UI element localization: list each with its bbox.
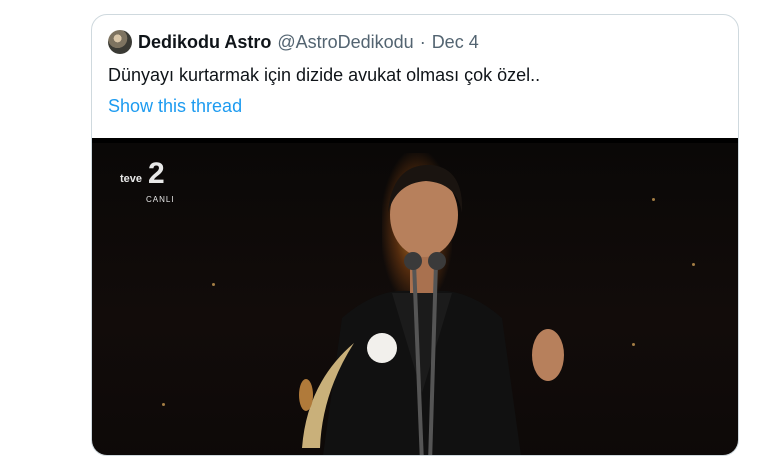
trophy-figure [299,379,313,411]
mic-head-left [404,252,422,270]
background-sparkle [652,198,655,201]
separator-dot: · [419,31,426,52]
background-sparkle [692,263,695,266]
background-sparkle [212,283,215,286]
flower-brooch [367,333,397,363]
tweet-header: Dedikodu Astro @AstroDedikodu · Dec 4 [108,30,479,54]
author-handle[interactable]: @AstroDedikodu [277,32,413,53]
author-name[interactable]: Dedikodu Astro [138,32,271,53]
avatar[interactable] [108,30,132,54]
mic-head-right [428,252,446,270]
video-frame-illustration [299,164,564,455]
background-sparkle [162,403,165,406]
tweet-card[interactable]: Dedikodu Astro @AstroDedikodu · Dec 4 Dü… [91,14,739,456]
background-sparkle [632,343,635,346]
tweet-video[interactable]: teve 2 CANLI [92,138,738,455]
tweet-text: Dünyayı kurtarmak için dizide avukat olm… [108,65,541,85]
show-thread-link[interactable]: Show this thread [108,96,242,117]
speaker-hand [532,329,564,381]
tweet-date[interactable]: Dec 4 [432,32,479,53]
